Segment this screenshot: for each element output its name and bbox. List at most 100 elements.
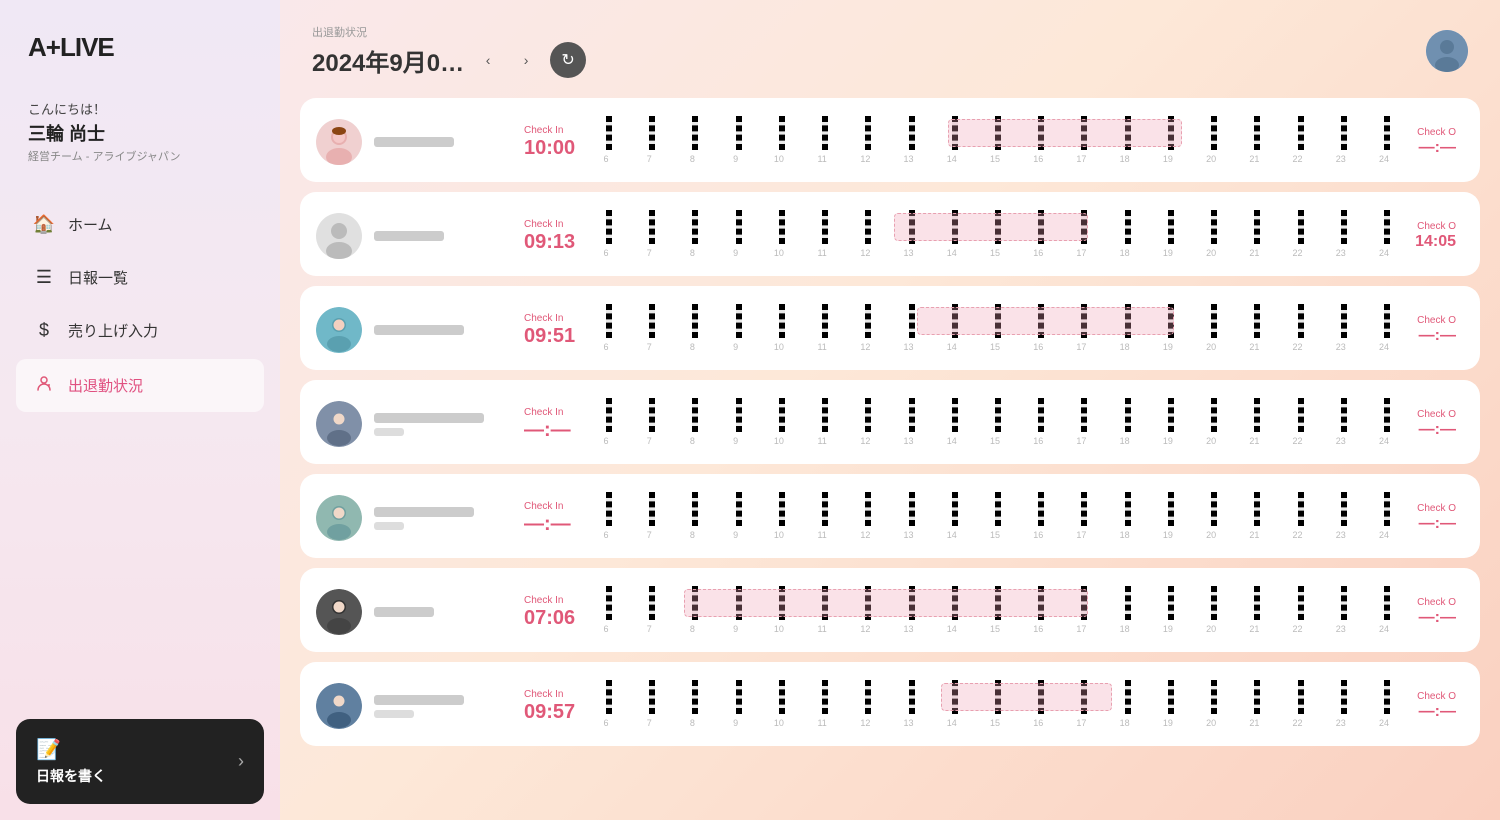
user-team: 経営チーム - アライブジャパン (28, 148, 252, 164)
write-icon: 📝 (36, 737, 106, 762)
checkin-label-7: Check In (524, 689, 598, 700)
checkout-section-3: Check O —:— (1384, 315, 1464, 345)
attendance-icon (32, 373, 56, 398)
person-section-5 (316, 495, 516, 541)
nav-menu: 🏠 ホーム ☰ 日報一覧 $ 売り上げ入力 出退勤状況 (0, 188, 280, 703)
work-bar-3 (917, 307, 1174, 335)
checkin-section-2: Check In 09:13 (516, 219, 606, 254)
sales-icon: $ (32, 320, 56, 341)
attendance-row-1: Check In 10:00 6789101112131415161718192… (300, 98, 1480, 182)
checkin-label-3: Check In (524, 313, 598, 324)
checkin-time-2: 09:13 (524, 230, 598, 254)
checkin-time-3: 09:51 (524, 324, 598, 348)
work-bar-2 (894, 213, 1089, 241)
checkout-time-4: —:— (1392, 420, 1456, 439)
user-greeting: こんにちは！ (28, 99, 252, 118)
work-bar-7 (941, 683, 1112, 711)
checkout-section-6: Check O —:— (1384, 597, 1464, 627)
timeline-section-2: 6789101112131415161718192021222324 (606, 206, 1384, 266)
checkout-time-6: —:— (1392, 608, 1456, 627)
person-avatar-6 (316, 589, 362, 635)
checkin-time-1: 10:00 (524, 136, 598, 160)
person-section-6 (316, 589, 516, 635)
timeline-section-4: 6789101112131415161718192021222324 (606, 394, 1384, 454)
checkin-time-5: —:— (524, 512, 598, 536)
person-section-7 (316, 683, 516, 729)
timeline-section-5: 6789101112131415161718192021222324 (606, 488, 1384, 548)
checkout-section-2: Check O 14:05 (1384, 221, 1464, 251)
checkout-time-3: —:— (1392, 326, 1456, 345)
sidebar-item-sales[interactable]: $ 売り上げ入力 (16, 306, 264, 355)
checkout-section-1: Check O —:— (1384, 127, 1464, 157)
attendance-row-3: Check In 09:51 6789101112131415161718192… (300, 286, 1480, 370)
sidebar: A+LIVE こんにちは！ 三輪 尚士 経営チーム - アライブジャパン 🏠 ホ… (0, 0, 280, 820)
timeline-section-3: 6789101112131415161718192021222324 (606, 300, 1384, 360)
checkin-time-7: 09:57 (524, 700, 598, 724)
header-bar: 出退勤状況 2024年9月0… ‹ › ↻ (280, 24, 1500, 78)
main-content: 出退勤状況 2024年9月0… ‹ › ↻ (280, 0, 1500, 820)
home-icon: 🏠 (32, 214, 56, 235)
attendance-list: Check In 10:00 6789101112131415161718192… (280, 98, 1500, 756)
attendance-row-2: Check In 09:13 6789101112131415161718192… (300, 192, 1480, 276)
sidebar-item-reports[interactable]: ☰ 日報一覧 (16, 253, 264, 302)
attendance-row-7: Check In 09:57 6789101112131415161718192… (300, 662, 1480, 746)
sidebar-item-sales-label: 売り上げ入力 (68, 320, 158, 341)
person-section-4 (316, 401, 516, 447)
checkout-time-5: —:— (1392, 514, 1456, 533)
checkin-label-2: Check In (524, 219, 598, 230)
sidebar-item-home-label: ホーム (68, 214, 113, 235)
person-avatar-2 (316, 213, 362, 259)
checkin-label-4: Check In (524, 407, 598, 418)
checkout-section-5: Check O —:— (1384, 503, 1464, 533)
person-section-1 (316, 119, 516, 165)
timeline-section-7: 6789101112131415161718192021222324 (606, 676, 1384, 736)
write-report-button[interactable]: 📝 日報を書く › (16, 719, 264, 804)
timeline-section-1: 6789101112131415161718192021222324 (606, 112, 1384, 172)
prev-button[interactable]: ‹ (474, 46, 502, 74)
checkin-section-3: Check In 09:51 (516, 313, 606, 348)
checkout-label-2: Check O (1392, 221, 1456, 232)
checkout-label-6: Check O (1392, 597, 1456, 608)
person-avatar-3 (316, 307, 362, 353)
arrow-right-icon: › (238, 751, 244, 772)
top-user-avatar[interactable] (1426, 30, 1468, 72)
work-bar-1 (948, 119, 1181, 147)
checkout-label-1: Check O (1392, 127, 1456, 138)
person-avatar-1 (316, 119, 362, 165)
attendance-row-5: Check In —:— 678910111213141516171819202… (300, 474, 1480, 558)
sidebar-item-attendance-label: 出退勤状況 (68, 375, 143, 396)
next-button[interactable]: › (512, 46, 540, 74)
sidebar-item-attendance[interactable]: 出退勤状況 (16, 359, 264, 412)
person-avatar-4 (316, 401, 362, 447)
checkout-section-7: Check O —:— (1384, 691, 1464, 721)
person-avatar-5 (316, 495, 362, 541)
refresh-icon: ↻ (561, 50, 574, 70)
header-subtitle: 出退勤状況 (312, 24, 586, 40)
refresh-button[interactable]: ↻ (550, 42, 586, 78)
checkout-label-4: Check O (1392, 409, 1456, 420)
person-avatar-7 (316, 683, 362, 729)
attendance-row-6: Check In 07:06 6789101112131415161718192… (300, 568, 1480, 652)
header-title: 2024年9月0… (312, 43, 464, 78)
checkin-time-6: 07:06 (524, 606, 598, 630)
header-title-row: 2024年9月0… ‹ › ↻ (312, 42, 586, 78)
reports-icon: ☰ (32, 267, 56, 288)
checkout-label-7: Check O (1392, 691, 1456, 702)
person-section-2 (316, 213, 516, 259)
sidebar-item-home[interactable]: 🏠 ホーム (16, 200, 264, 249)
user-info: こんにちは！ 三輪 尚士 経営チーム - アライブジャパン (0, 83, 280, 188)
checkout-time-2: 14:05 (1392, 232, 1456, 251)
checkin-section-4: Check In —:— (516, 407, 606, 442)
checkout-section-4: Check O —:— (1384, 409, 1464, 439)
checkout-time-1: —:— (1392, 138, 1456, 157)
user-name: 三輪 尚士 (28, 120, 252, 146)
checkout-label-5: Check O (1392, 503, 1456, 514)
work-bar-6 (684, 589, 1089, 617)
attendance-row-4: Check In —:— 678910111213141516171819202… (300, 380, 1480, 464)
checkin-label-6: Check In (524, 595, 598, 606)
checkin-label-5: Check In (524, 501, 598, 512)
app-logo: A+LIVE (0, 0, 280, 83)
checkin-label-1: Check In (524, 125, 598, 136)
checkin-section-7: Check In 09:57 (516, 689, 606, 724)
checkin-section-1: Check In 10:00 (516, 125, 606, 160)
